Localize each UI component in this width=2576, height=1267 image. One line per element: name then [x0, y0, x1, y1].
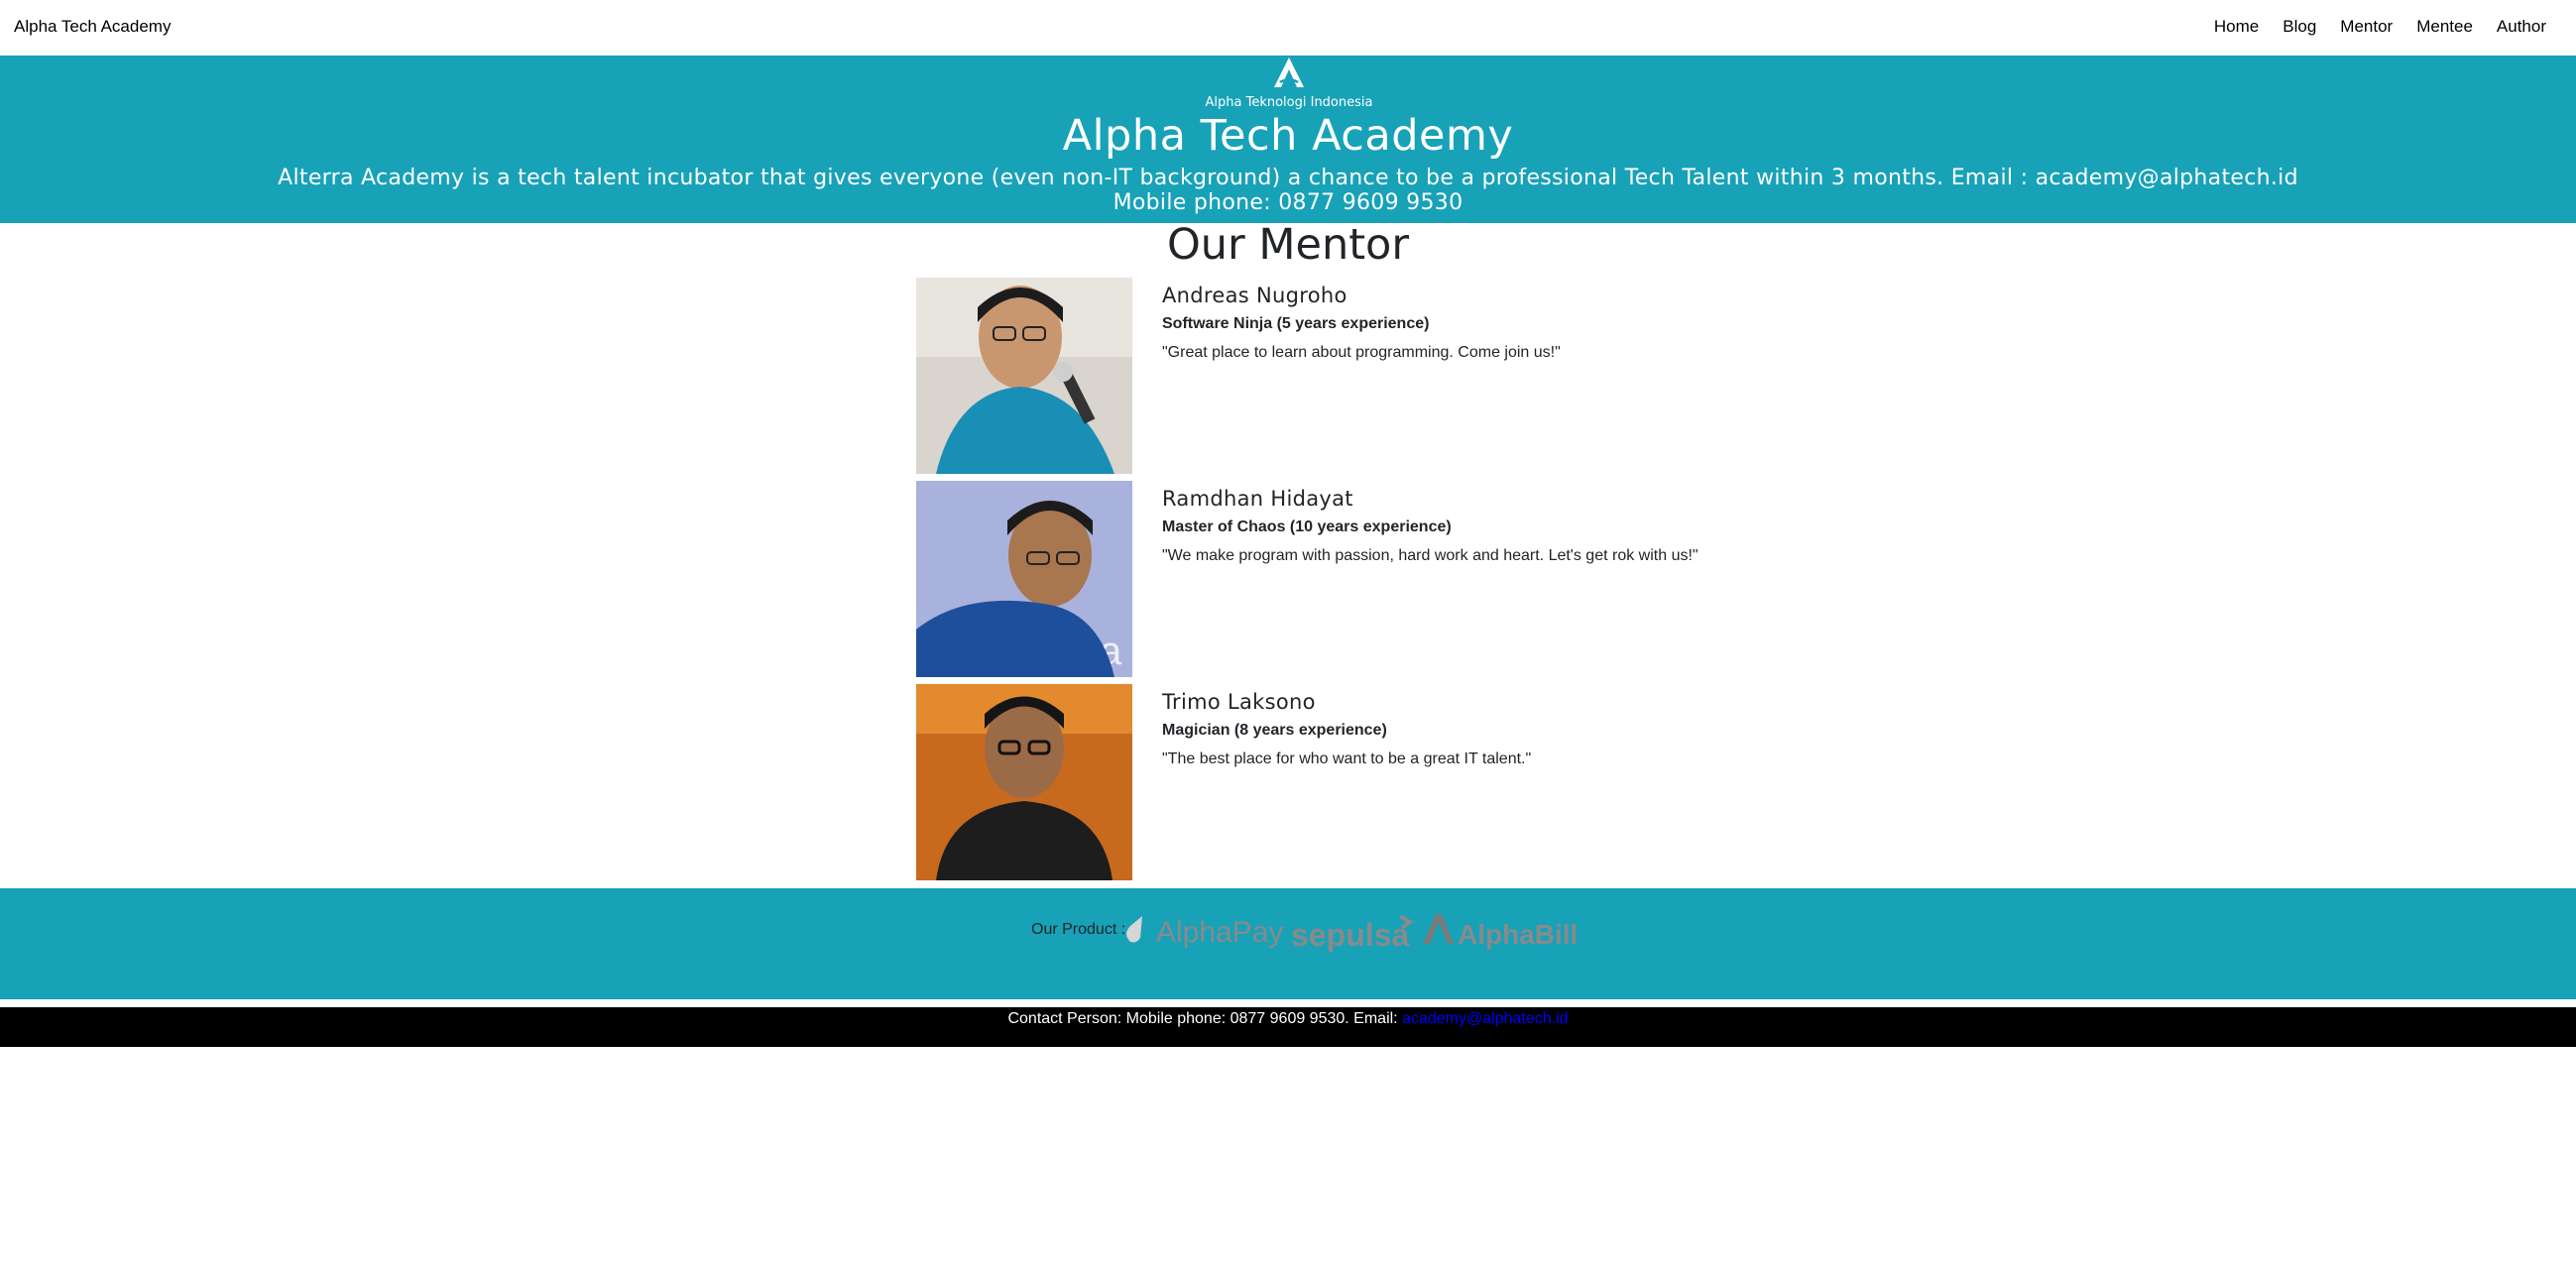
- mentor-role: Master of Chaos (10 years experience): [1162, 518, 1452, 535]
- mentor-role: Magician (8 years experience): [1162, 722, 1387, 739]
- alpha-logo: Alpha Teknologi Indonesia: [1205, 56, 1373, 115]
- mentor-card: Andreas Nugroho Software Ninja (5 years …: [916, 278, 1809, 474]
- mentor-quote: "The best place for who want to be a gre…: [1162, 750, 1532, 767]
- alpha-logo-icon: [1274, 58, 1304, 87]
- product-label: Our Product :: [1031, 921, 1126, 938]
- mentor-card: a Ramdhan Hidayat Master of Chaos (10 ye…: [916, 481, 1809, 677]
- sepulsa-logo: sepulsa: [1291, 914, 1414, 953]
- mentor-quote: "We make program with passion, hard work…: [1162, 547, 1698, 564]
- nav-links: Home Blog Mentor Mentee Author: [2190, 17, 2546, 37]
- nav-link-blog[interactable]: Blog: [2283, 17, 2316, 37]
- nav-link-author[interactable]: Author: [2497, 17, 2546, 37]
- mentor-name: Andreas Nugroho: [1162, 284, 1347, 307]
- contact-info: Contact Person: Mobile phone: 0877 9609 …: [0, 1010, 2576, 1028]
- nav-link-home[interactable]: Home: [2214, 17, 2259, 37]
- svg-text:sepulsa: sepulsa: [1291, 917, 1409, 953]
- mentor-role: Software Ninja (5 years experience): [1162, 315, 1430, 332]
- mentor-name: Ramdhan Hidayat: [1162, 487, 1353, 511]
- hero-banner: Alpha Teknologi Indonesia Alpha Tech Aca…: [0, 56, 2576, 223]
- section-title-mentor: Our Mentor: [1166, 220, 1410, 270]
- nav-link-mentee[interactable]: Mentee: [2416, 17, 2473, 37]
- mentor-card: Trimo Laksono Magician (8 years experien…: [916, 684, 1809, 880]
- product-section: Our Product : AlphaPay sepulsa AlphaBill: [0, 888, 2576, 999]
- svg-text:AlphaBill: AlphaBill: [1458, 919, 1578, 950]
- contact-bar: Contact Person: Mobile phone: 0877 9609 …: [0, 1007, 2576, 1047]
- svg-text:AlphaPay: AlphaPay: [1156, 916, 1283, 949]
- alphabill-logo: AlphaBill: [1423, 914, 1578, 950]
- mentor-photo: [916, 278, 1132, 474]
- navbar: Alpha Tech Academy Home Blog Mentor Ment…: [0, 0, 2576, 56]
- mentor-photo: [916, 684, 1132, 880]
- contact-email-link[interactable]: academy@alphatech.id: [1402, 1010, 1568, 1027]
- hero-description-line1: Alterra Academy is a tech talent incubat…: [278, 166, 2298, 190]
- logo-caption: Alpha Teknologi Indonesia: [1205, 95, 1373, 110]
- nav-link-mentor[interactable]: Mentor: [2340, 17, 2393, 37]
- brand-link[interactable]: Alpha Tech Academy: [14, 17, 171, 37]
- hero-title: Alpha Tech Academy: [1062, 111, 1514, 161]
- alphapay-logo: AlphaPay: [1126, 916, 1283, 949]
- hero-description-line2: Mobile phone: 0877 9609 9530: [1112, 190, 1464, 215]
- mentor-name: Trimo Laksono: [1162, 690, 1316, 714]
- product-logos: AlphaPay sepulsa AlphaBill: [1120, 908, 1586, 953]
- mentor-photo: a: [916, 481, 1132, 677]
- hero-description: Alterra Academy is a tech talent incubat…: [0, 166, 2576, 215]
- mentor-quote: "Great place to learn about programming.…: [1162, 344, 1561, 361]
- contact-text: Contact Person: Mobile phone: 0877 9609 …: [1007, 1010, 1403, 1027]
